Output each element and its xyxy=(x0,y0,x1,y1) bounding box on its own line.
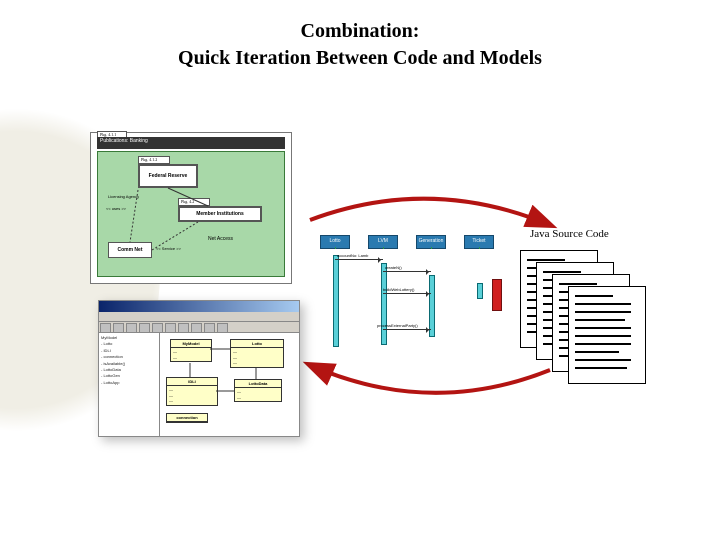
pkg-header: Publications: Banking xyxy=(97,137,285,149)
title-line-2: Quick Iteration Between Code and Models xyxy=(178,47,542,69)
msg-label: createN() xyxy=(385,265,402,270)
tool-tree: MyModel - Lotto - IDLI - connection - is… xyxy=(99,333,160,436)
tool-toolbar xyxy=(99,322,299,333)
code-page xyxy=(568,286,646,384)
return-object xyxy=(492,279,502,311)
pkg-inner: Pkg. 4.1.2 Federal Reserve Pkg. 4.2 Memb… xyxy=(97,151,285,277)
title-line-1: Combination: xyxy=(301,20,420,42)
seq-msg: accountNo: Lamb xyxy=(335,259,383,260)
code-label: Java Source Code xyxy=(530,228,609,240)
msg-label: buildWebLottery() xyxy=(383,287,415,292)
msg-label: processExternalParty() xyxy=(377,323,418,328)
tool-menubar xyxy=(99,312,299,322)
tree-item: - LottoApp xyxy=(101,380,157,386)
msg-label: accountNo: Lamb xyxy=(337,253,368,258)
tool-titlebar xyxy=(99,301,299,312)
seq-msg: buildWebLottery() xyxy=(383,293,431,294)
uml-package-diagram: Pkg. 4.1.1 Publications: Banking Pkg. 4.… xyxy=(90,132,292,284)
tool-body: MyModel - Lotto - IDLI - connection - is… xyxy=(99,333,299,436)
source-code-stack: Java Source Code xyxy=(520,250,670,390)
tool-canvas: MyModel —— Lotto ——— IDLI ——— LottoData … xyxy=(160,333,299,436)
seq-msg: createN() xyxy=(383,271,431,272)
seq-msg: processExternalParty() xyxy=(383,329,431,330)
slide-title: Combination: Quick Iteration Between Cod… xyxy=(0,18,720,72)
uml-tool-screenshot: MyModel - Lotto - IDLI - connection - is… xyxy=(98,300,300,437)
sequence-diagram: Lotto LVM Generation Ticket accountNo: L… xyxy=(320,235,500,380)
